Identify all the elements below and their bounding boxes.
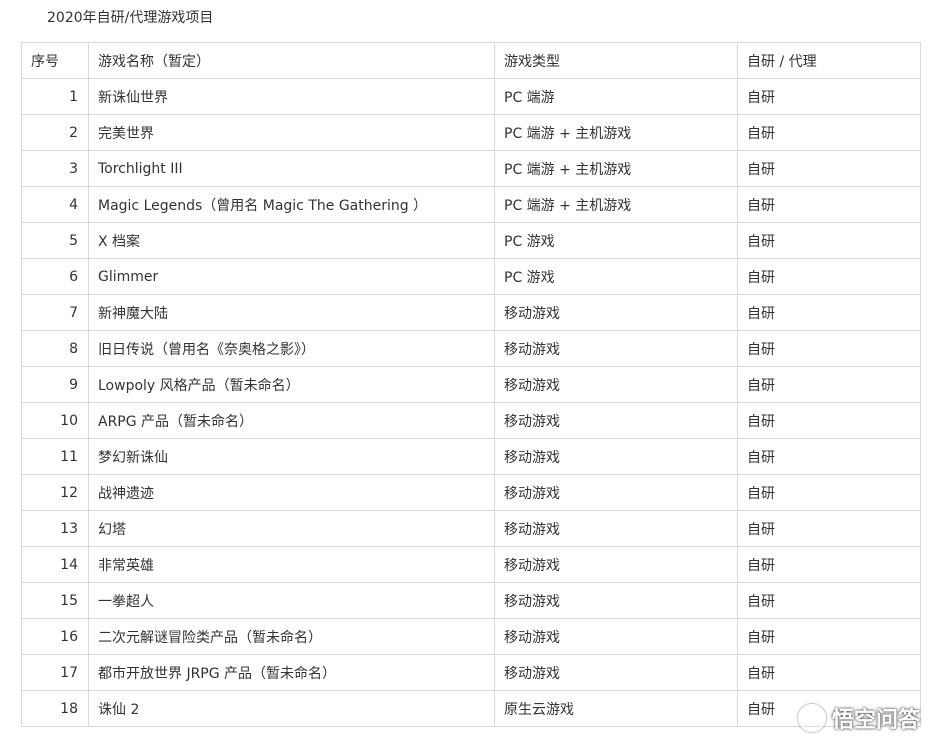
table-row: 9 Lowpoly 风格产品（暂未命名） 移动游戏 自研 — [21, 366, 921, 403]
cell-development: 自研 — [737, 582, 921, 619]
table-row: 6 Glimmer PC 游戏 自研 — [21, 258, 921, 295]
cell-index: 13 — [21, 510, 89, 547]
cell-development: 自研 — [737, 78, 921, 115]
cell-index: 8 — [21, 330, 89, 367]
cell-development: 自研 — [737, 366, 921, 403]
cell-index: 14 — [21, 546, 89, 583]
cell-game-type: 移动游戏 — [494, 294, 738, 331]
cell-game-type: 移动游戏 — [494, 366, 738, 403]
table-row: 10 ARPG 产品（暂未命名） 移动游戏 自研 — [21, 402, 921, 439]
table-row: 1 新诛仙世界 PC 端游 自研 — [21, 78, 921, 115]
table-row: 3 Torchlight III PC 端游 + 主机游戏 自研 — [21, 150, 921, 187]
cell-index: 1 — [21, 78, 89, 115]
cell-game-name: 新诛仙世界 — [88, 78, 495, 115]
cell-index: 2 — [21, 114, 89, 151]
cell-development: 自研 — [737, 294, 921, 331]
cell-game-type: PC 端游 + 主机游戏 — [494, 150, 738, 187]
document-title: 2020年自研/代理游戏项目 — [47, 10, 214, 26]
cell-game-name: 二次元解谜冒险类产品（暂未命名） — [88, 618, 495, 655]
cell-game-name: Magic Legends（曾用名 Magic The Gathering ） — [88, 186, 495, 223]
cell-game-type: 移动游戏 — [494, 618, 738, 655]
cell-development: 自研 — [737, 150, 921, 187]
cell-game-type: 移动游戏 — [494, 654, 738, 691]
cell-development: 自研 — [737, 258, 921, 295]
table-row: 11 梦幻新诛仙 移动游戏 自研 — [21, 438, 921, 475]
cell-game-name: 梦幻新诛仙 — [88, 438, 495, 475]
cell-development: 自研 — [737, 690, 921, 727]
cell-game-name: 诛仙 2 — [88, 690, 495, 727]
cell-index: 3 — [21, 150, 89, 187]
table-row: 16 二次元解谜冒险类产品（暂未命名） 移动游戏 自研 — [21, 618, 921, 655]
cell-game-name: X 档案 — [88, 222, 495, 259]
cell-game-type: PC 端游 + 主机游戏 — [494, 186, 738, 223]
cell-game-name: 一拳超人 — [88, 582, 495, 619]
cell-index: 11 — [21, 438, 89, 475]
cell-index: 9 — [21, 366, 89, 403]
cell-development: 自研 — [737, 618, 921, 655]
cell-index: 15 — [21, 582, 89, 619]
table-row: 8 旧日传说（曾用名《奈奥格之影》） 移动游戏 自研 — [21, 330, 921, 367]
game-projects-table: 序号 游戏名称（暂定） 游戏类型 自研 / 代理 1 新诛仙世界 PC 端游 自研 2 完… — [21, 42, 921, 727]
cell-index: 18 — [21, 690, 89, 727]
cell-game-type: 移动游戏 — [494, 510, 738, 547]
cell-game-name: 幻塔 — [88, 510, 495, 547]
cell-development: 自研 — [737, 474, 921, 511]
cell-game-type: PC 端游 — [494, 78, 738, 115]
header-index: 序号 — [21, 42, 89, 79]
cell-development: 自研 — [737, 546, 921, 583]
cell-game-type: 原生云游戏 — [494, 690, 738, 727]
cell-index: 6 — [21, 258, 89, 295]
cell-game-type: 移动游戏 — [494, 546, 738, 583]
cell-game-name: Lowpoly 风格产品（暂未命名） — [88, 366, 495, 403]
cell-index: 12 — [21, 474, 89, 511]
table-row: 13 幻塔 移动游戏 自研 — [21, 510, 921, 547]
cell-development: 自研 — [737, 114, 921, 151]
header-development: 自研 / 代理 — [737, 42, 921, 79]
cell-development: 自研 — [737, 330, 921, 367]
cell-game-name: 旧日传说（曾用名《奈奥格之影》） — [88, 330, 495, 367]
cell-game-name: 新神魔大陆 — [88, 294, 495, 331]
cell-game-name: ARPG 产品（暂未命名） — [88, 402, 495, 439]
header-game-name: 游戏名称（暂定） — [88, 42, 495, 79]
cell-index: 16 — [21, 618, 89, 655]
table-row: 18 诛仙 2 原生云游戏 自研 — [21, 690, 921, 727]
cell-game-name: 完美世界 — [88, 114, 495, 151]
cell-game-type: 移动游戏 — [494, 438, 738, 475]
table-row: 5X 档案 PC 游戏 自研 — [21, 222, 921, 259]
cell-index: 7 — [21, 294, 89, 331]
cell-index: 4 — [21, 186, 89, 223]
table-row: 7 新神魔大陆 移动游戏 自研 — [21, 294, 921, 331]
cell-index: 10 — [21, 402, 89, 439]
header-game-type: 游戏类型 — [494, 42, 738, 79]
cell-game-type: PC 端游 + 主机游戏 — [494, 114, 738, 151]
cell-game-name: 非常英雄 — [88, 546, 495, 583]
cell-game-type: 移动游戏 — [494, 330, 738, 367]
cell-development: 自研 — [737, 186, 921, 223]
cell-development: 自研 — [737, 402, 921, 439]
table-row: 17 都市开放世界 JRPG 产品（暂未命名） 移动游戏 自研 — [21, 654, 921, 691]
table-row: 2 完美世界 PC 端游 + 主机游戏 自研 — [21, 114, 921, 151]
table-row: 14 非常英雄 移动游戏 自研 — [21, 546, 921, 583]
cell-game-type: PC 游戏 — [494, 222, 738, 259]
cell-game-name: 都市开放世界 JRPG 产品（暂未命名） — [88, 654, 495, 691]
cell-development: 自研 — [737, 510, 921, 547]
cell-index: 17 — [21, 654, 89, 691]
cell-development: 自研 — [737, 438, 921, 475]
cell-game-type: 移动游戏 — [494, 474, 738, 511]
table-row: 4 Magic Legends（曾用名 Magic The Gathering ）… — [21, 186, 921, 223]
table-body: 1 新诛仙世界 PC 端游 自研 2 完美世界 PC 端游 + 主机游戏 自研 3 Torchli… — [21, 78, 921, 727]
cell-development: 自研 — [737, 654, 921, 691]
cell-game-name: 战神遗迹 — [88, 474, 495, 511]
cell-game-type: 移动游戏 — [494, 402, 738, 439]
cell-index: 5 — [21, 222, 89, 259]
table-row: 15 一拳超人 移动游戏 自研 — [21, 582, 921, 619]
cell-game-type: PC 游戏 — [494, 258, 738, 295]
cell-development: 自研 — [737, 222, 921, 259]
table-row: 12 战神遗迹 移动游戏 自研 — [21, 474, 921, 511]
cell-game-name: Torchlight III — [88, 150, 495, 187]
cell-game-name: Glimmer — [88, 258, 495, 295]
table-header-row: 序号 游戏名称（暂定） 游戏类型 自研 / 代理 — [21, 42, 921, 79]
cell-game-type: 移动游戏 — [494, 582, 738, 619]
